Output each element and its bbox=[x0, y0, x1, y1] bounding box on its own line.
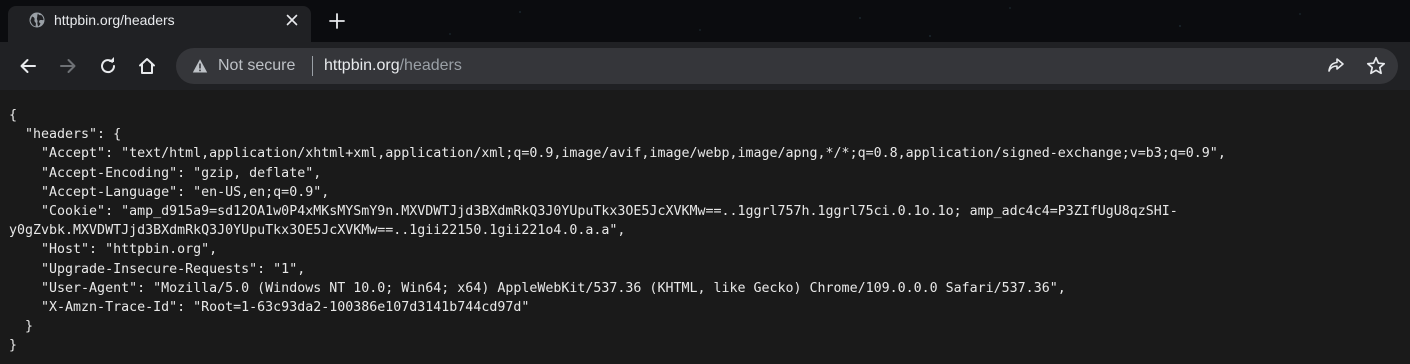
json-line: y0gZvbk.MXVDWTJjd3BXdmRkQ3J0YUpuTkx3OE5J… bbox=[9, 223, 626, 239]
page-content: { "headers": { "Accept": "text/html,appl… bbox=[0, 90, 1410, 364]
json-line: { bbox=[9, 108, 18, 123]
address-divider bbox=[312, 56, 313, 76]
security-status-label[interactable]: Not secure bbox=[218, 57, 295, 75]
tab-strip: httpbin.org/headers bbox=[0, 0, 1410, 42]
new-tab-plus-icon[interactable] bbox=[326, 10, 348, 32]
back-arrow-icon[interactable] bbox=[16, 54, 40, 78]
json-line: } bbox=[9, 338, 18, 354]
json-line: "Accept-Encoding": "gzip, deflate", bbox=[9, 165, 322, 181]
forward-arrow-icon[interactable] bbox=[56, 54, 80, 78]
url-host: httpbin.org bbox=[324, 57, 400, 74]
json-line: "Accept": "text/html,application/xhtml+x… bbox=[9, 146, 1226, 162]
tab-title: httpbin.org/headers bbox=[54, 12, 175, 28]
json-line: "Cookie": "amp_d915a9=sd12OA1w0P4xMKsMYS… bbox=[9, 204, 1178, 220]
close-icon[interactable] bbox=[283, 11, 301, 29]
json-line: "Upgrade-Insecure-Requests": "1", bbox=[9, 261, 306, 277]
warning-triangle-icon[interactable] bbox=[192, 58, 208, 74]
json-line: "headers": { bbox=[9, 127, 122, 143]
json-line: "Accept-Language": "en-US,en;q=0.9", bbox=[9, 184, 330, 200]
json-line: "Host": "httpbin.org", bbox=[9, 242, 218, 258]
url-path: /headers bbox=[399, 57, 462, 74]
json-line: } bbox=[9, 319, 34, 335]
toolbar: Not secure httpbin.org/headers bbox=[0, 42, 1410, 90]
share-icon[interactable] bbox=[1326, 56, 1346, 76]
reload-icon[interactable] bbox=[96, 54, 120, 78]
address-bar[interactable]: Not secure httpbin.org/headers bbox=[176, 48, 1398, 84]
json-response: { "headers": { "Accept": "text/html,appl… bbox=[9, 106, 1226, 356]
bookmark-star-icon[interactable] bbox=[1366, 56, 1386, 76]
tab-active[interactable]: httpbin.org/headers bbox=[8, 6, 311, 42]
globe-icon bbox=[29, 12, 45, 28]
json-line: "X-Amzn-Trace-Id": "Root=1-63c93da2-1003… bbox=[9, 300, 530, 316]
url-text[interactable]: httpbin.org/headers bbox=[324, 57, 462, 75]
home-icon[interactable] bbox=[135, 54, 159, 78]
json-line: "User-Agent": "Mozilla/5.0 (Windows NT 1… bbox=[9, 280, 1066, 296]
